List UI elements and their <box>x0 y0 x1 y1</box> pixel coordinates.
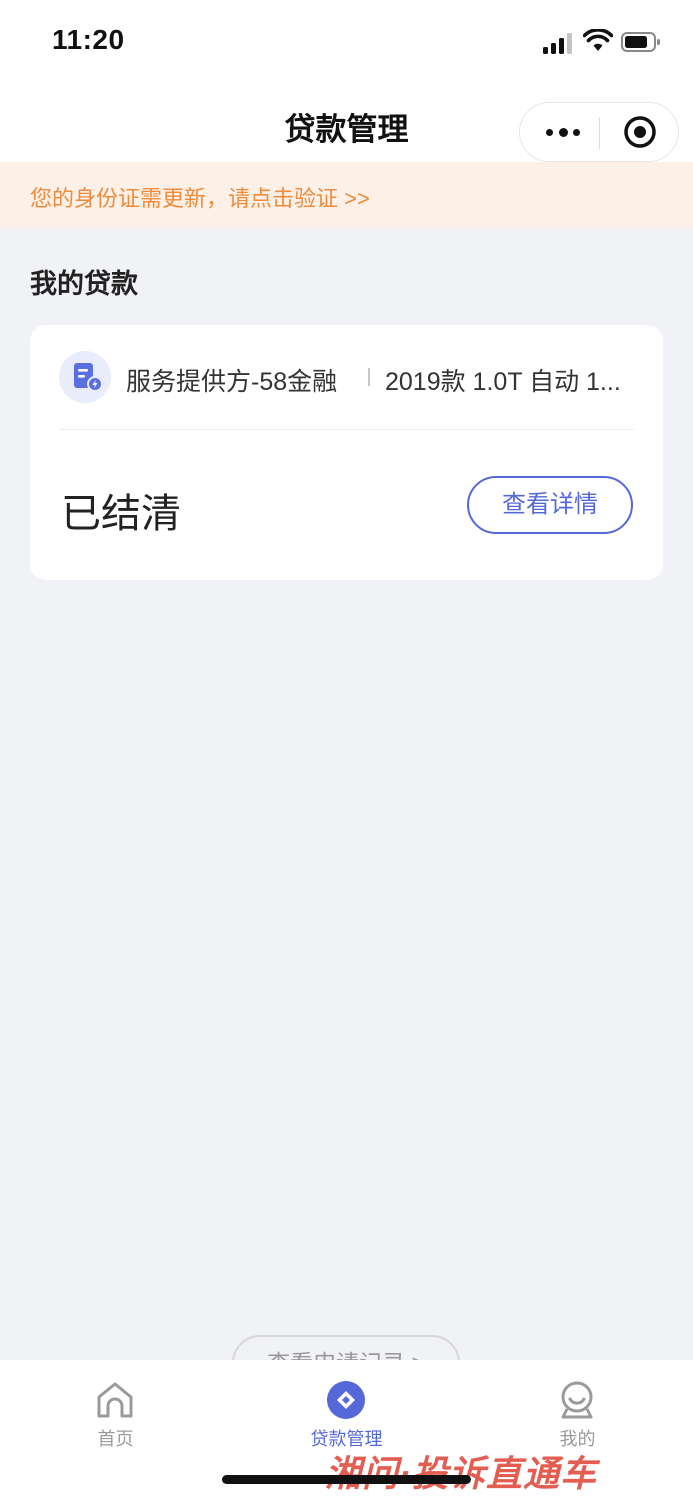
battery-icon <box>621 32 660 52</box>
wifi-icon <box>583 29 613 51</box>
more-dots-icon <box>546 129 553 136</box>
loan-management-page: 11:20 贷款管理 您的身份证需更新，请点击验证 >> 我的贷款 服务提供方-… <box>0 0 693 1500</box>
capsule-divider <box>599 117 600 149</box>
provider-document-icon <box>59 351 111 403</box>
home-icon <box>97 1382 133 1418</box>
status-bar: 11:20 <box>0 0 693 84</box>
section-title: 我的贷款 <box>30 269 138 299</box>
loan-management-icon <box>327 1381 365 1419</box>
watermark: 湘问·投诉直通车 <box>325 1453 597 1494</box>
loan-status: 已结清 <box>61 492 181 536</box>
loan-card: 服务提供方-58金融 2019款 1.0T 自动 1... 已结清 查看详情 <box>30 325 663 580</box>
signal-icon <box>543 32 575 54</box>
mini-program-capsule <box>519 102 679 162</box>
close-target-icon[interactable] <box>604 103 674 161</box>
view-details-button[interactable]: 查看详情 <box>467 476 633 534</box>
card-separator <box>59 429 634 430</box>
status-time: 11:20 <box>52 24 125 55</box>
provider-name: 服务提供方-58金融 <box>126 368 338 396</box>
tab-label: 首页 <box>97 1429 134 1449</box>
nav-bar: 贷款管理 <box>0 84 693 162</box>
more-button[interactable] <box>528 103 598 161</box>
car-model: 2019款 1.0T 自动 1... <box>385 368 621 396</box>
home-indicator <box>222 1475 471 1484</box>
id-update-notice[interactable]: 您的身份证需更新，请点击验证 >> <box>0 162 693 228</box>
divider <box>368 368 370 386</box>
tab-home[interactable]: 首页 <box>0 1360 231 1460</box>
notice-text: 您的身份证需更新，请点击验证 >> <box>30 186 370 211</box>
profile-icon <box>561 1381 593 1419</box>
